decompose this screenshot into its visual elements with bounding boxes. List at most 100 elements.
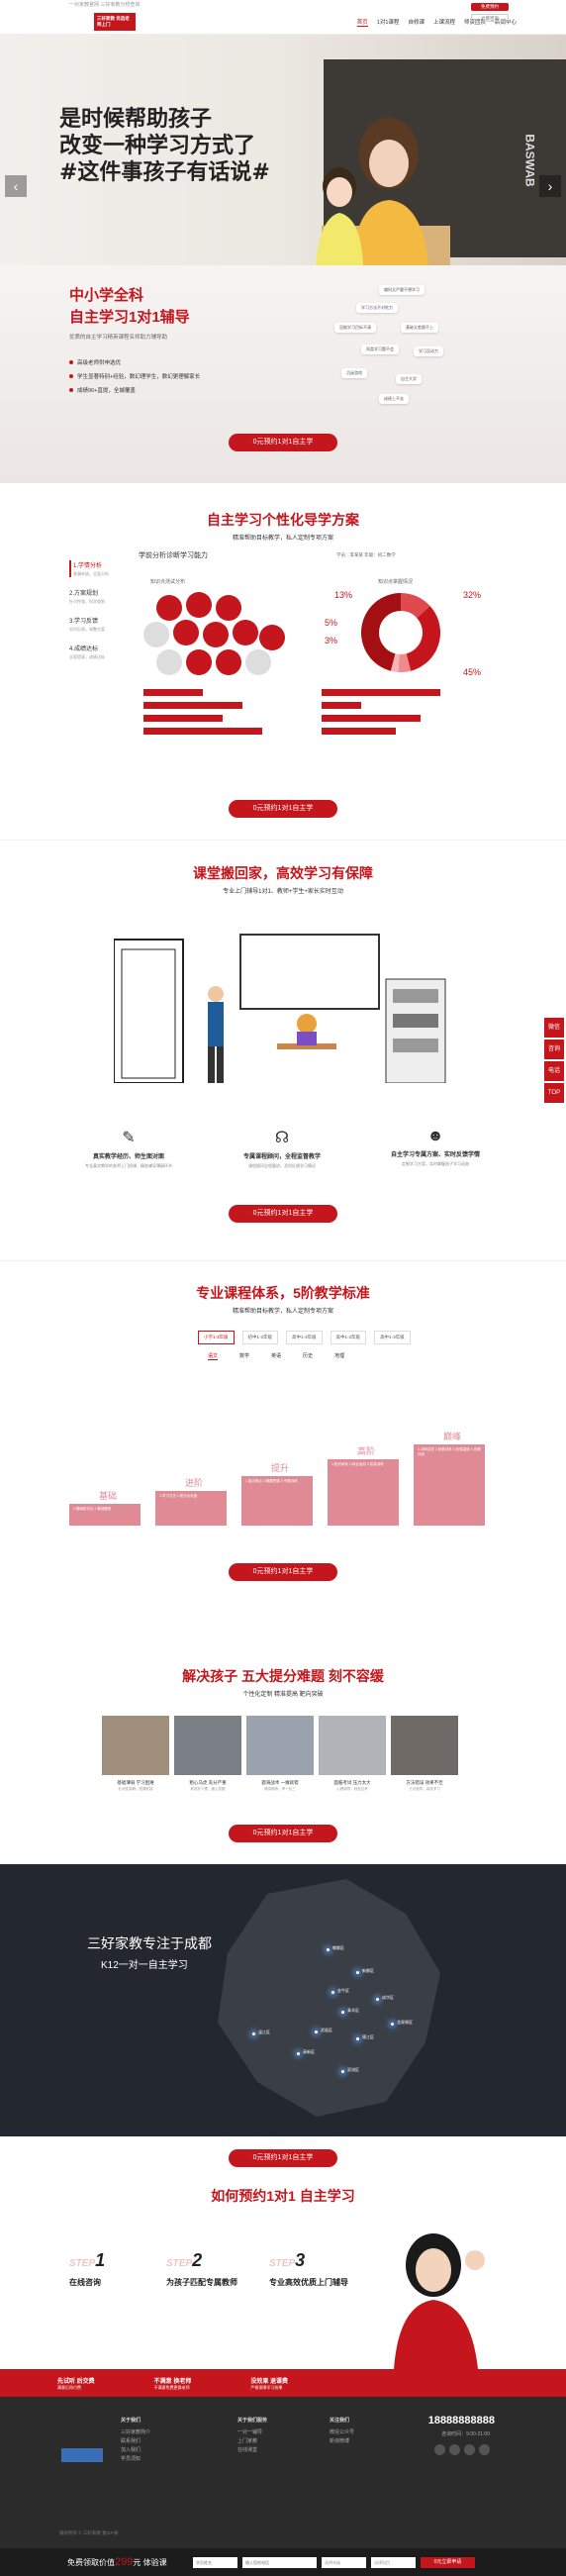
side-item-plan[interactable]: 2.方案规划 针对性强，科学规划 (69, 588, 134, 605)
grade-tab[interactable]: 小学1-3年级 (198, 1331, 235, 1344)
problem-photo (174, 1716, 241, 1775)
nav-item-self[interactable]: 自修课 (408, 18, 424, 27)
banner-next-arrow[interactable]: › (539, 175, 561, 197)
side-item-analysis[interactable]: 1.学情分析 查漏补缺，全面分析 (69, 560, 134, 577)
grade-select[interactable]: 选择年级 (322, 2557, 366, 2568)
problem-caption: 方法错误 效果不佳 方法指导，高效学习 (406, 1780, 443, 1791)
location-label: 成华区 (382, 1995, 394, 2000)
problems-subtitle: 个性化定制 精准提高 靶向突破 (242, 1692, 324, 1698)
map-cta-button[interactable]: 0元预约1对1自主学 (229, 2149, 337, 2167)
location-pin[interactable] (356, 2037, 359, 2040)
footer-link[interactable]: 联系我们 (121, 2437, 150, 2446)
signup-submit-button[interactable]: 0元立即申请 (421, 2557, 475, 2568)
grade-tabs: 小学1-3年级 初中1-3年级 高中1-3年级 高中1-3年级 高中1-3年级 (198, 1331, 411, 1344)
grade-tab[interactable]: 高中1-3年级 (330, 1331, 367, 1344)
progress-bar (322, 715, 421, 722)
side-item-result[interactable]: 4.成绩达标 全面提高，成绩达标 (69, 644, 134, 660)
location-pin[interactable] (252, 2032, 255, 2035)
booking-step: STEP2 为孩子匹配专属教师 (166, 2250, 237, 2287)
subject-select[interactable]: 选择科目 (371, 2557, 416, 2568)
consult-float-button[interactable]: 咨询 (544, 1040, 564, 1059)
location-pin[interactable] (341, 2011, 344, 2014)
solution-side-nav: 1.学情分析 查漏补缺，全面分析 2.方案规划 针对性强，科学规划 3.学习反馈 实时… (69, 560, 134, 671)
footer-link[interactable]: 一对一辅导 (237, 2428, 267, 2437)
footer-link[interactable]: 加入我们 (121, 2446, 150, 2455)
back-to-top-button[interactable]: TOP (544, 1083, 564, 1103)
teacher-icon: ✎ (122, 1130, 136, 1146)
blackboard-text: BASWAB (522, 134, 537, 187)
phone-float-button[interactable]: 电话 (544, 1061, 564, 1081)
name-input[interactable] (193, 2557, 237, 2568)
knowledge-ball (186, 592, 212, 618)
phone-icon[interactable] (479, 2444, 490, 2455)
qq-icon[interactable] (464, 2444, 475, 2455)
teacher-child-illustration (316, 118, 450, 265)
location-pin[interactable] (341, 2070, 344, 2073)
header-book-button[interactable]: 免费预约 (471, 3, 509, 11)
footer-logo (61, 2448, 103, 2462)
level-card: 1.冲刺名校 2.竞赛训练 3.压轴突破 4.查漏补缺 (414, 1444, 485, 1526)
location-pin[interactable] (297, 2052, 300, 2055)
subject-tab[interactable]: 数学 (239, 1352, 249, 1360)
subject-tab[interactable]: 语文 (208, 1352, 219, 1360)
grade-tab[interactable]: 高中1-3年级 (374, 1331, 411, 1344)
subject-tab[interactable]: 历史 (303, 1352, 313, 1360)
location-pin[interactable] (327, 1948, 330, 1951)
side-item-feedback[interactable]: 3.学习反馈 实时反馈，调整方案 (69, 616, 134, 633)
footer-column: 关注我们 微信公众号 新浪微博 (330, 2418, 355, 2446)
footer-link[interactable]: 微信公众号 (330, 2428, 354, 2437)
location-label: 高新区 (303, 2049, 315, 2054)
location-pin[interactable] (356, 1971, 359, 1974)
site-logo[interactable]: 三好家教 优选老师上门 (94, 13, 136, 31)
nav-item-process[interactable]: 上课流程 (433, 18, 455, 27)
intro-desc: 优质的自主学习精英课程名师助力辅导助 (69, 335, 168, 341)
wechat-float-button[interactable]: 微信 (544, 1018, 564, 1038)
knowledge-ball (216, 595, 241, 621)
footer-link[interactable]: 上门家教 (237, 2437, 267, 2446)
footer-link[interactable]: 三好家教简介 (121, 2428, 150, 2437)
solution-panel: 1.学情分析 查漏补缺，全面分析 2.方案规划 针对性强，科学规划 3.学习反馈 实时… (69, 550, 497, 773)
banner-prev-arrow[interactable]: ‹ (5, 175, 27, 197)
phone-input[interactable] (242, 2557, 317, 2568)
weibo-icon[interactable] (449, 2444, 460, 2455)
header-buttons: 免费预约 立即咨询 (471, 3, 509, 22)
subject-tab[interactable]: 地理 (334, 1352, 344, 1360)
nav-item-course[interactable]: 1对1课程 (377, 18, 400, 27)
nav-item-home[interactable]: 首页 (356, 18, 368, 27)
copyright: 版权所有 © 三好家教 蜀ICP备 (59, 2530, 119, 2535)
guarantee-item: 不满意 换老师 不满意免费更换老师 (153, 2378, 192, 2390)
grade-tab[interactable]: 初中1-3年级 (241, 1331, 279, 1344)
pie-label: 45% (463, 667, 482, 677)
footer-column: 关于我们服务 一对一辅导 上门家教 在线课堂 (237, 2418, 268, 2455)
location-pin[interactable] (315, 2031, 318, 2033)
intro-point: 学生显著特别+经验，数幻理学生，数幻更理解家长 (69, 370, 200, 384)
problems-cta-button[interactable]: 0元预约1对1自主学 (229, 1825, 337, 1842)
footer-link[interactable]: 在线课堂 (237, 2446, 267, 2455)
wechat-icon[interactable] (434, 2444, 445, 2455)
pie-slice (406, 606, 440, 671)
location-pin[interactable] (331, 1991, 334, 1994)
footer-link[interactable]: 新浪微博 (330, 2437, 354, 2446)
intro-cta-button[interactable]: 0元预约1对1自主学 (229, 434, 337, 451)
subject-tabs: 语文 数学 英语 历史 地理 (208, 1352, 344, 1360)
grade-tab[interactable]: 高中1-3年级 (286, 1331, 323, 1344)
subject-tab[interactable]: 英语 (271, 1352, 281, 1360)
banner-line-3: #这件事孩子有话说# (59, 159, 270, 185)
intro-point: 成绩90+直提，全城覆盖 (69, 384, 200, 398)
location-pin[interactable] (376, 1998, 379, 2001)
problem-bubble: 学习方法不对吃力 (356, 303, 398, 313)
footer-link[interactable]: 学员须知 (121, 2455, 150, 2464)
pie-label: 5% (325, 618, 338, 628)
solution-cta-button[interactable]: 0元预约1对1自主学 (229, 800, 337, 818)
solution-section: 自主学习个性化导学方案 精准帮助目标教学，私人定制专项方案 1.学情分析 查漏补缺… (0, 483, 566, 840)
course-cta-button[interactable]: 0元预约1对1自主学 (229, 1563, 337, 1581)
location-label: 青羊区 (347, 2008, 359, 2013)
header-consult-button[interactable]: 立即咨询 (471, 14, 509, 22)
booking-section: 0元预约1对1自主学 如何预约1对1 自主学习 STEP1 在线咨询 STEP2 为… (0, 2136, 566, 2369)
progress-bar (143, 702, 242, 709)
users-icon: ☻ (426, 1128, 444, 1144)
location-pin[interactable] (391, 2023, 394, 2026)
classroom-cta-button[interactable]: 0元预约1对1自主学 (229, 1205, 337, 1223)
mastery-pie-chart (361, 593, 440, 672)
bar-list-left (143, 689, 302, 741)
